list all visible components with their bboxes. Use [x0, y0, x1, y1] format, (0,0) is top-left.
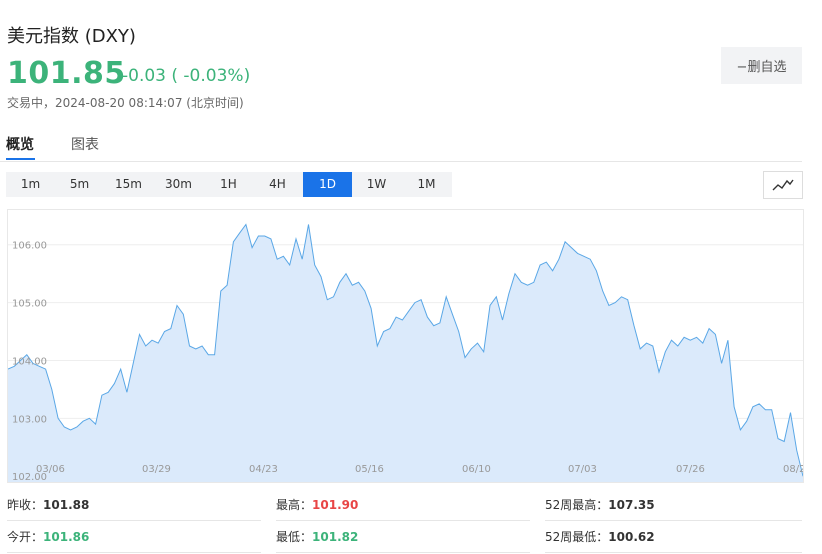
period-1w[interactable]: 1W — [352, 172, 401, 197]
period-1mo[interactable]: 1M — [402, 172, 451, 197]
price-change: -0.03 ( -0.03%) — [122, 66, 251, 86]
trading-status: 交易中，2024-08-20 08:14:07 (北京时间) — [7, 96, 244, 110]
stat-52w-low-label: 52周最低： — [545, 530, 609, 544]
stat-high: 最高：101.90 — [276, 496, 358, 513]
price-chart-svg: 106.00105.00104.00103.00102.0003/06 03/29… — [8, 223, 803, 482]
active-tab-indicator — [6, 158, 35, 160]
current-price: 101.85 — [7, 56, 126, 91]
chart-type-button[interactable] — [763, 171, 803, 199]
price-chart[interactable]: 106.00 105.00 104.00 103.00 102.00 03/06 03/29… — [7, 209, 804, 483]
x-tick-label: 06/10 — [462, 464, 491, 475]
stat-low-value: 101.82 — [312, 530, 359, 544]
x-tick-label: 07/26 — [676, 464, 705, 475]
stat-prev-close-value: 101.88 — [43, 498, 90, 512]
period-15m[interactable]: 15m — [104, 172, 153, 197]
stat-52w-high-label: 52周最高： — [545, 498, 609, 512]
stat-52w-high-value: 107.35 — [608, 498, 655, 512]
tab-overview[interactable]: 概览 — [6, 134, 34, 154]
period-selector: 1m 5m 15m 30m 1H 4H 1D 1W 1M — [6, 172, 452, 197]
stat-low: 最低：101.82 — [276, 528, 358, 545]
row-divider — [276, 520, 530, 521]
y-tick-label: 106.00 — [12, 241, 47, 252]
stat-high-value: 101.90 — [312, 498, 359, 512]
remove-watchlist-button[interactable]: −删自选 — [721, 47, 802, 84]
tab-bar: 概览 图表 — [0, 130, 802, 162]
stat-52w-high: 52周最高：107.35 — [545, 496, 655, 513]
row-divider — [545, 520, 802, 521]
row-divider — [276, 552, 530, 553]
y-tick-label: 104.00 — [12, 356, 47, 367]
x-tick-label: 07/03 — [568, 464, 597, 475]
page-title: 美元指数 (DXY) — [7, 26, 136, 47]
period-1h[interactable]: 1H — [204, 172, 253, 197]
stat-52w-low-value: 100.62 — [608, 530, 655, 544]
period-5m[interactable]: 5m — [55, 172, 104, 197]
period-1m[interactable]: 1m — [6, 172, 55, 197]
row-divider — [7, 520, 261, 521]
x-tick-label: 04/23 — [249, 464, 278, 475]
stat-high-label: 最高： — [276, 498, 313, 512]
y-tick-label: 105.00 — [12, 299, 47, 310]
row-divider — [7, 552, 261, 553]
price-area — [8, 224, 803, 482]
stat-52w-low: 52周最低：100.62 — [545, 528, 655, 545]
tab-chart[interactable]: 图表 — [71, 134, 99, 154]
stat-open: 今开：101.86 — [7, 528, 89, 545]
stat-prev-close-label: 昨收： — [7, 498, 44, 512]
stat-prev-close: 昨收：101.88 — [7, 496, 89, 513]
x-tick-label: 03/06 — [36, 464, 65, 475]
stat-open-label: 今开： — [7, 530, 44, 544]
x-tick-label: 08/2 — [783, 464, 803, 475]
stat-open-value: 101.86 — [43, 530, 90, 544]
period-30m[interactable]: 30m — [154, 172, 203, 197]
row-divider — [545, 552, 802, 553]
period-1d[interactable]: 1D — [303, 172, 352, 197]
y-tick-label: 103.00 — [12, 414, 47, 425]
line-chart-icon — [772, 179, 794, 191]
x-tick-label: 03/29 — [142, 464, 171, 475]
period-4h[interactable]: 4H — [253, 172, 302, 197]
stat-low-label: 最低： — [276, 530, 313, 544]
x-tick-label: 05/16 — [355, 464, 384, 475]
